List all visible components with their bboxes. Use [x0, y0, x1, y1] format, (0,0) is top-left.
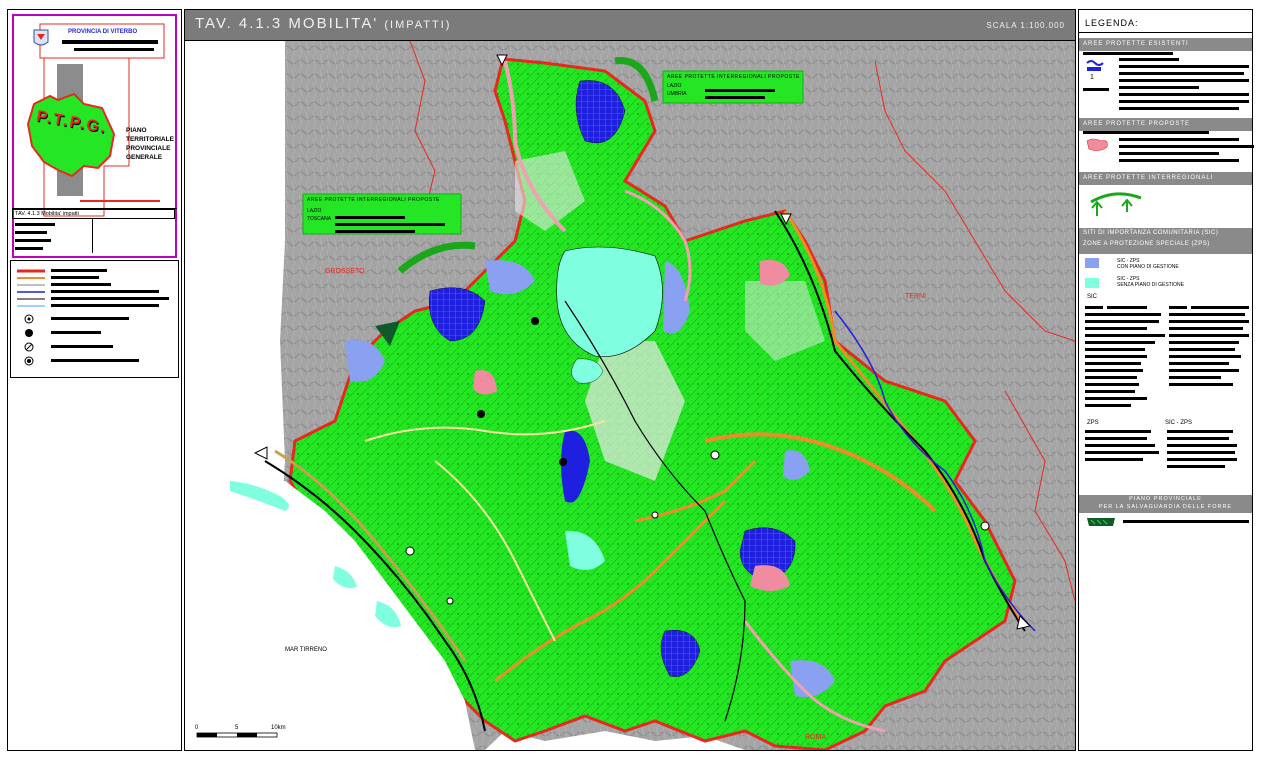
map-scale-label: SCALA 1:100.000 — [986, 21, 1065, 30]
legend-section-forest-plan: PIANO PROVINCIALE PER LA SALVAGUARDIA DE… — [1079, 495, 1252, 513]
map-canvas[interactable]: AREE PROTETTE INTERREGIONALI PROPOSTE LA… — [185, 41, 1075, 750]
scalebar-label: 0 — [195, 725, 199, 731]
map-title-subtitle: (IMPATTI) — [384, 19, 452, 31]
legend-section-interregional: AREE PROTETTE INTERREGIONALI PROPOSTE — [1079, 172, 1252, 194]
scalebar-label: 10km — [271, 725, 286, 731]
map-title-main: TAV. 4.1.3 MOBILITA' — [195, 15, 379, 32]
sic-zps-without-plan-swatch — [1085, 278, 1099, 288]
exit-triangle — [253, 446, 268, 460]
zps-heading: ZPS — [1087, 420, 1099, 426]
infrastructure-legend — [10, 260, 179, 378]
plan-title-line: GENERALE — [126, 154, 163, 161]
wave-icon: 1 — [1086, 60, 1104, 79]
forest-plan-line: PER LA SALVAGUARDIA DELLE FORRE — [1098, 504, 1233, 510]
note-box-line: LAZIO — [307, 208, 322, 214]
place-label-sea: MAR TIRRENO — [285, 647, 327, 653]
plan-title: PIANO TERRITORIALE PROVINCIALE GENERALE — [126, 126, 174, 162]
note-box-line: UMBRIA — [667, 91, 687, 97]
note-box-title: AREE PROTETTE INTERREGIONALI PROPOSTE — [307, 197, 440, 203]
map-svg — [185, 41, 1075, 750]
junction-node — [559, 458, 567, 466]
legend-section-zps: ZONE A PROTEZIONE SPECIALE (ZPS) — [1083, 241, 1210, 247]
forest-plan-icon — [1087, 518, 1115, 526]
legend-section-existing: AREE PROTETTE ESISTENTI — [1079, 38, 1252, 51]
junction-node — [980, 521, 990, 531]
legend-section-proposed: AREE PROTETTE PROPOSTE — [1079, 118, 1252, 131]
plan-title-line: TERRITORIALE — [126, 136, 174, 143]
forest-plan-line: PIANO PROVINCIALE — [1129, 496, 1202, 502]
legend-panel: LEGENDA: AREE PROTETTE ESISTENTI 1 AREE … — [1078, 9, 1254, 751]
plan-title-line: PROVINCIALE — [126, 145, 171, 152]
title-block-panel: PROVINCIA DI VITERBO P.T.P.G. PIANO TERR… — [7, 9, 182, 751]
place-label-roma: ROMA — [805, 734, 826, 741]
scalebar-label: 5 — [235, 725, 239, 731]
info-table: TAV. 4.1.3 Mobilita' impatti — [12, 208, 177, 255]
sic-zps-label: CON PIANO DI GESTIONE — [1117, 264, 1179, 270]
sic-heading: SIC — [1087, 294, 1098, 300]
station-node — [446, 597, 454, 605]
map-title-bar: TAV. 4.1.3 MOBILITA' (IMPATTI) SCALA 1:1… — [185, 10, 1075, 41]
place-label-terni: TERNI — [905, 293, 926, 300]
legend-title: LEGENDA: — [1085, 18, 1139, 28]
junction-node — [710, 450, 720, 460]
proposed-area-icon — [1086, 138, 1108, 151]
junction-node — [477, 410, 485, 418]
junction-node — [531, 317, 539, 325]
plan-title-line: PIANO — [126, 127, 147, 134]
interregional-arrow-icon — [1090, 192, 1142, 216]
sic-zps-label: SENZA PIANO DI GESTIONE — [1117, 282, 1184, 288]
sic-zps-with-plan-swatch — [1085, 258, 1099, 268]
table-reference: TAV. 4.1.3 Mobilita' impatti — [15, 211, 79, 217]
note-box-line: LAZIO — [667, 83, 682, 89]
province-name: PROVINCIA DI VITERBO — [68, 29, 138, 35]
svg-text:1: 1 — [1090, 74, 1094, 79]
sic-zps-heading: SIC - ZPS — [1165, 420, 1193, 426]
map-panel: TAV. 4.1.3 MOBILITA' (IMPATTI) SCALA 1:1… — [184, 9, 1076, 751]
junction-node — [651, 511, 659, 519]
station-node — [405, 546, 415, 556]
map-title: TAV. 4.1.3 MOBILITA' (IMPATTI) — [195, 15, 451, 32]
place-label-grosseto: GROSSETO — [325, 268, 365, 275]
legend-section-sic: SITI DI IMPORTANZA COMUNITARIA (SIC) — [1083, 230, 1219, 236]
note-box-line: TOSCANA — [307, 216, 332, 222]
note-box-title: AREE PROTETTE INTERREGIONALI PROPOSTE — [667, 74, 800, 80]
infrastructure-legend-symbols — [17, 269, 169, 366]
